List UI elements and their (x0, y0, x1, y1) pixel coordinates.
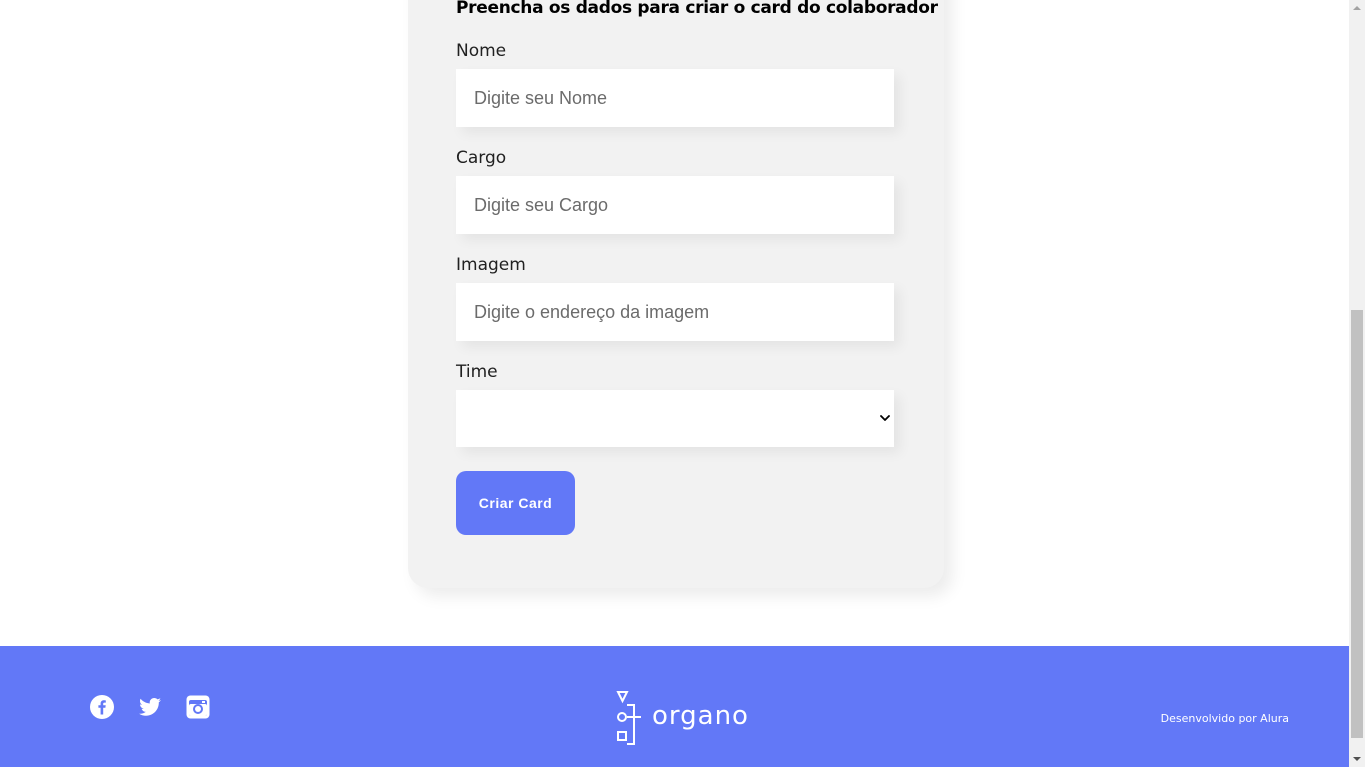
cargo-input[interactable] (456, 176, 894, 234)
facebook-icon[interactable] (90, 695, 114, 719)
instagram-icon[interactable] (186, 695, 210, 719)
scroll-down-arrow-icon[interactable] (1349, 750, 1365, 767)
chevron-down-icon (880, 415, 890, 421)
scroll-up-arrow-icon[interactable] (1349, 0, 1365, 17)
form-title: Preencha os dados para criar o card do c… (456, 0, 938, 18)
imagem-label: Imagem (456, 255, 526, 275)
organo-logo: organo (616, 691, 766, 745)
imagem-input[interactable] (456, 283, 894, 341)
cargo-label: Cargo (456, 148, 507, 168)
twitter-icon[interactable] (138, 695, 162, 719)
vertical-scrollbar[interactable] (1349, 0, 1365, 767)
footer: organo Desenvolvido por Alura (0, 646, 1349, 767)
organo-logo-mark-icon (616, 691, 641, 745)
scrollbar-thumb[interactable] (1351, 310, 1363, 738)
nome-input[interactable] (456, 69, 894, 127)
credit-text: Desenvolvido por Alura (1160, 712, 1289, 725)
time-label: Time (456, 362, 498, 382)
nome-label: Nome (456, 41, 507, 61)
criar-card-button[interactable]: Criar Card (456, 471, 575, 535)
organo-logo-text: organo (652, 701, 749, 731)
time-select[interactable] (456, 390, 894, 447)
page: Preencha os dados para criar o card do c… (0, 0, 1349, 767)
